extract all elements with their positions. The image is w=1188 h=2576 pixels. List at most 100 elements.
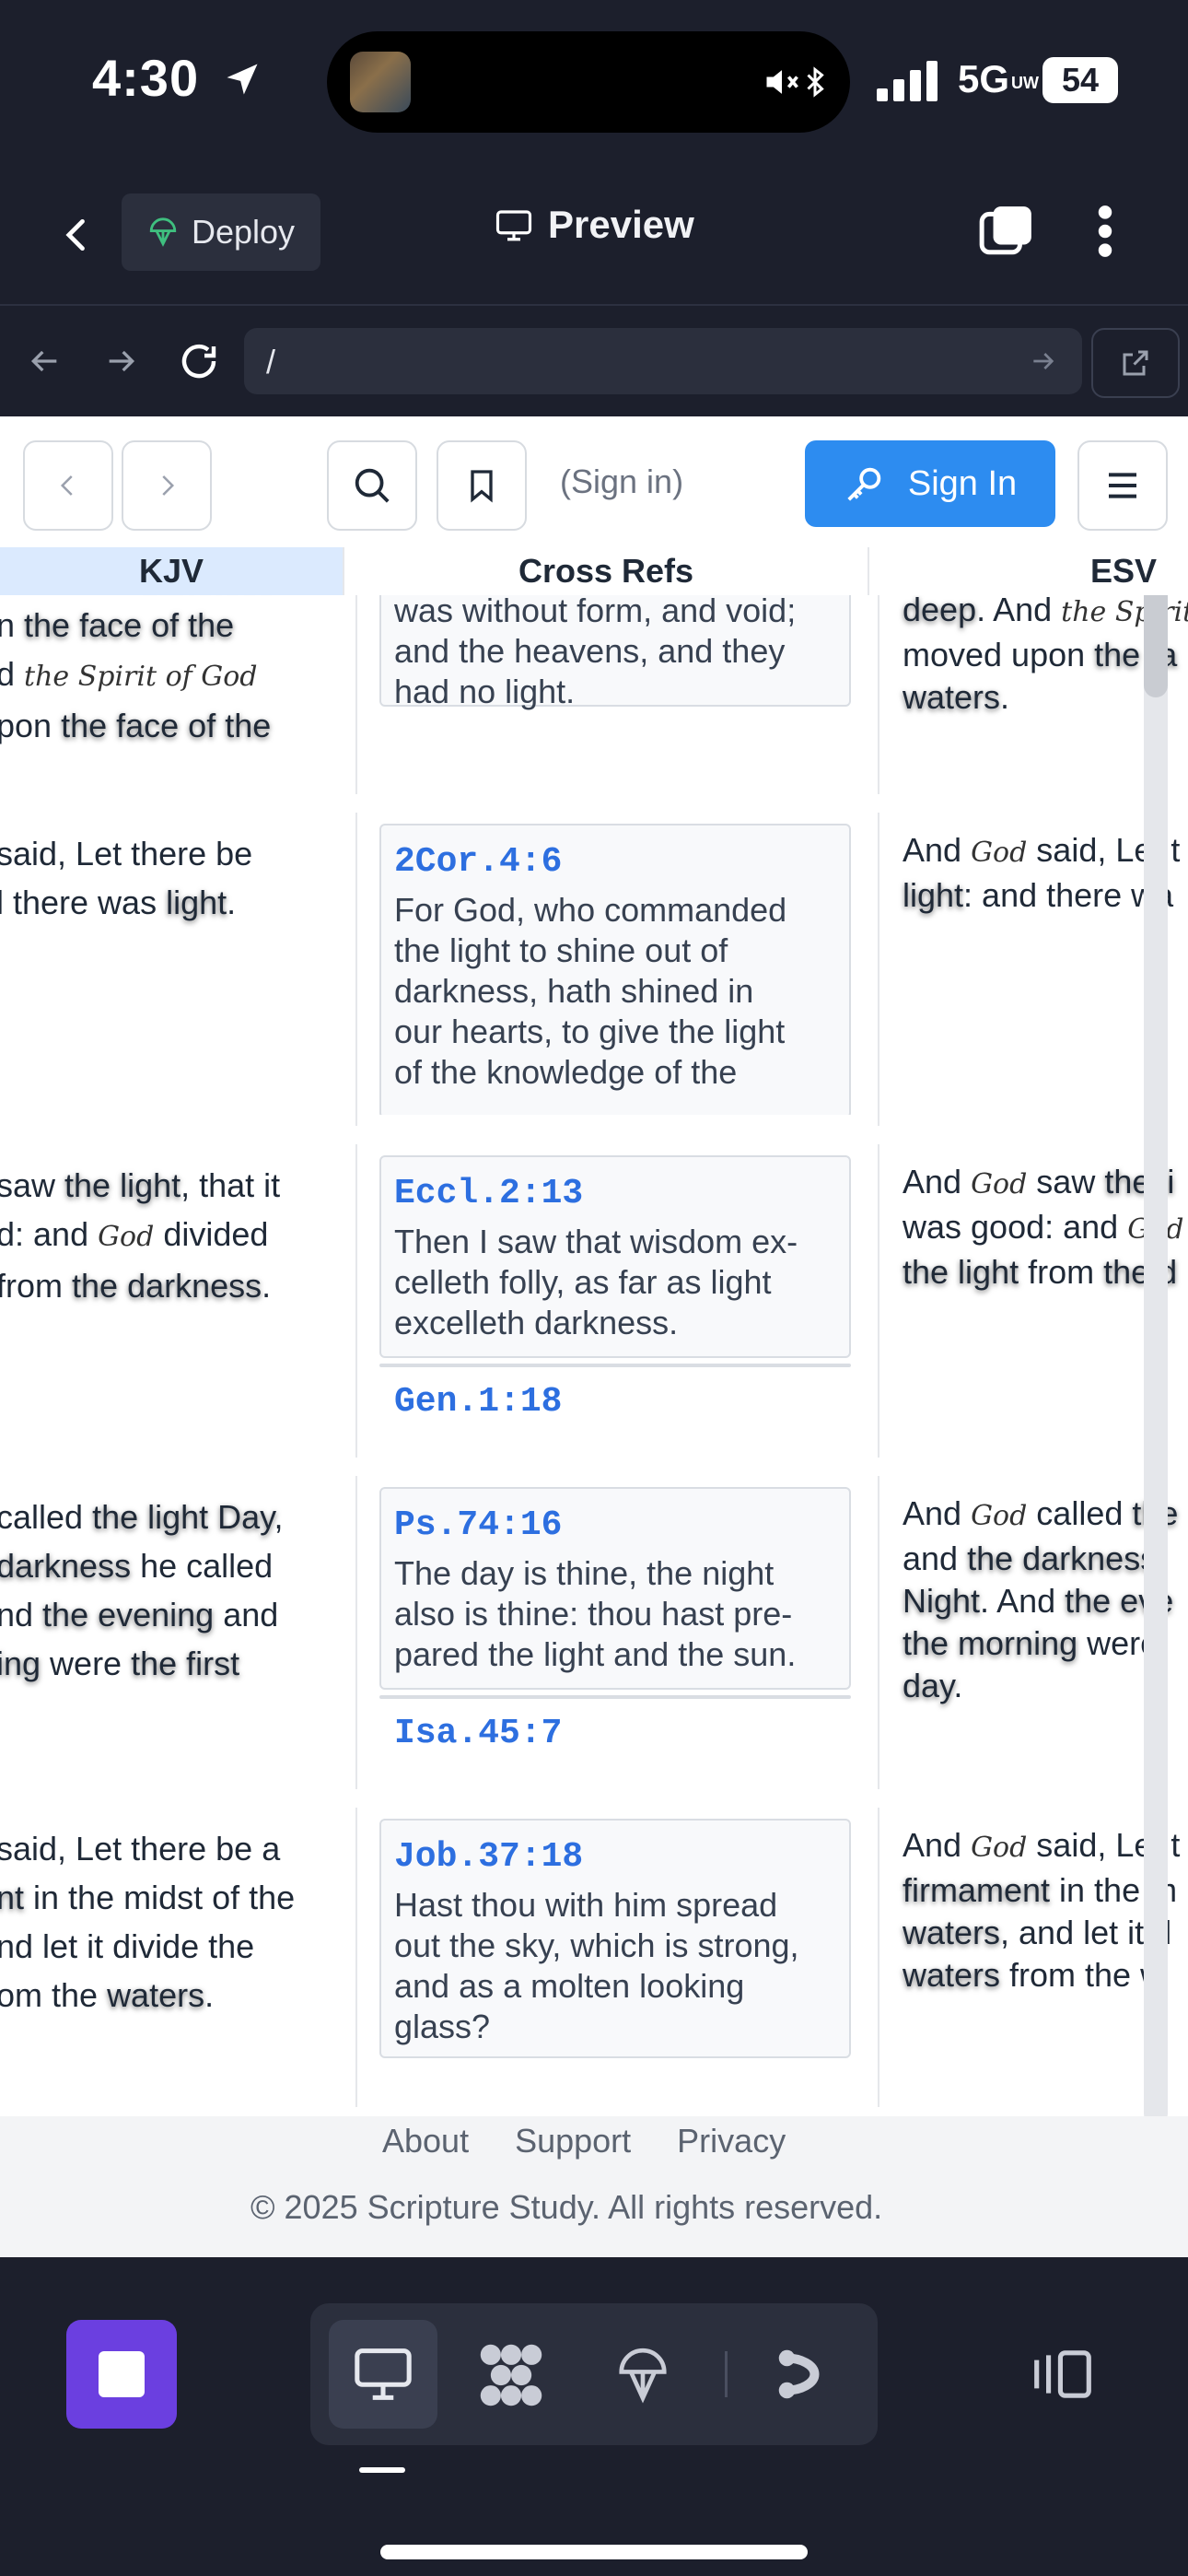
column-header-esv[interactable]: ESV <box>1059 547 1188 595</box>
cross-ref-link[interactable]: 2Cor.4:6 <box>394 842 562 882</box>
desktop-tool-button[interactable] <box>329 2320 437 2429</box>
verse-line: from the darkness. <box>0 1261 346 1310</box>
cross-ref-card[interactable]: Isa.45:7 <box>379 1695 851 1753</box>
stop-button[interactable] <box>66 2320 177 2429</box>
highlighted-phrase: the light <box>903 1253 1019 1291</box>
highlighted-phrase: firmament <box>903 1871 1051 1909</box>
verse-text: And <box>903 1163 972 1200</box>
footer-link-support[interactable]: Support <box>515 2122 631 2160</box>
status-time: 4:30 <box>92 48 262 108</box>
kjv-verse[interactable]: saw the light, that it d: and God divided… <box>0 1161 346 1310</box>
site-nav: (Sign in) Sign In <box>0 416 1188 549</box>
verse-text: And <box>903 1494 972 1532</box>
cross-ref-line: of the knowledge of the <box>394 1053 738 1091</box>
verse-line: l there was light. <box>0 878 346 927</box>
highlighted-phrase: the first <box>131 1645 240 1682</box>
bluetooth-icon <box>807 66 824 98</box>
column-divider <box>878 1808 879 2107</box>
next-icon <box>162 475 175 496</box>
highlighted-phrase: the light Day <box>92 1498 274 1536</box>
verse-text: nd <box>0 1596 43 1633</box>
back-chevron-icon[interactable] <box>57 212 98 258</box>
verse-line: nd let it divide the <box>0 1922 346 1971</box>
kjv-verse[interactable]: said, Let there be l there was light. <box>0 829 346 927</box>
agent-icon[interactable] <box>771 2342 826 2406</box>
verse-line: ing were the first <box>0 1639 346 1688</box>
reload-icon[interactable] <box>177 339 221 383</box>
verse-row: saw the light, that it d: and God divided… <box>0 1135 1188 1469</box>
verse-line: d the Spirit of God <box>0 650 346 701</box>
menu-icon <box>1109 473 1136 498</box>
go-icon[interactable] <box>1029 346 1058 376</box>
cross-ref-card[interactable]: Gen.1:18 <box>379 1364 851 1422</box>
cross-ref-card[interactable]: 2Cor.4:6 For God, who commanded the light … <box>379 824 851 1115</box>
verse-text: . And <box>980 1582 1066 1620</box>
panel-icon[interactable] <box>1030 2346 1096 2403</box>
arrow-right-icon[interactable] <box>103 343 140 380</box>
footer-link-about[interactable]: About <box>382 2122 469 2160</box>
verse-line: saw the light, that it <box>0 1161 346 1210</box>
home-indicator[interactable] <box>380 2545 808 2559</box>
tabs-icon[interactable] <box>978 203 1035 260</box>
cross-ref-link[interactable]: Isa.45:7 <box>394 1714 562 1753</box>
menu-button[interactable] <box>1077 440 1168 531</box>
cross-ref-text: Hast thou with him spread out the sky, wh… <box>394 1885 842 2047</box>
verse-text: was good: and <box>903 1208 1128 1246</box>
column-header-kjv[interactable]: KJV <box>0 547 343 595</box>
cross-ref-line: our hearts, to give the light <box>394 1013 786 1050</box>
cross-ref-line: pared the light and the sun. <box>394 1635 797 1673</box>
cross-refs-cell: Job.37:18 Hast thou with him spread out th… <box>379 1798 855 2096</box>
deploy-tool-icon[interactable] <box>614 2342 671 2406</box>
search-icon <box>355 468 390 503</box>
cross-ref-card[interactable]: Ps.74:16 The day is thine, the night also … <box>379 1487 851 1690</box>
verse-text: divided <box>154 1215 269 1253</box>
verse-text: . <box>1000 678 1010 716</box>
verse-text: And <box>903 1826 972 1864</box>
tool-divider <box>725 2351 728 2397</box>
kjv-verse[interactable]: said, Let there be a nt in the midst of t… <box>0 1824 346 2020</box>
sign-in-button[interactable]: Sign In <box>805 440 1055 527</box>
verse-text: he called <box>131 1547 274 1585</box>
cross-ref-line: the light to shine out of <box>394 931 728 969</box>
open-external-button[interactable] <box>1091 328 1180 398</box>
prev-button[interactable] <box>23 440 113 531</box>
scrollbar-thumb[interactable] <box>1144 578 1168 697</box>
cross-ref-line: and the heavens, and they <box>394 632 786 670</box>
active-tab-indicator <box>359 2467 405 2473</box>
site-footer: About Support Privacy © 2025 Scripture S… <box>0 2116 1188 2257</box>
footer-links: About Support Privacy <box>382 2122 786 2160</box>
verse-text: , <box>274 1498 284 1536</box>
footer-link-privacy[interactable]: Privacy <box>677 2122 786 2160</box>
browser-bar: / <box>0 306 1188 416</box>
url-field[interactable]: / <box>244 328 1082 394</box>
search-button[interactable] <box>327 440 417 531</box>
cross-ref-link[interactable]: Gen.1:18 <box>394 1382 562 1422</box>
cross-ref-line: had no light. <box>394 673 576 710</box>
verse-line: om the waters. <box>0 1971 346 2020</box>
cross-ref-link[interactable]: Ps.74:16 <box>394 1505 562 1545</box>
verse-text: from <box>0 1267 73 1305</box>
cross-ref-line: was without form, and void; <box>394 591 797 629</box>
arrow-left-icon[interactable] <box>26 343 63 380</box>
app-header: Deploy Preview <box>0 166 1188 306</box>
cross-ref-card[interactable]: Job.37:18 Hast thou with him spread out th… <box>379 1819 851 2058</box>
bookmark-button[interactable] <box>437 440 527 531</box>
verse-text: nd let it divide the <box>0 1927 255 1965</box>
cross-refs-cell: 2Cor.4:6 For God, who commanded the light … <box>379 803 855 1115</box>
deploy-button[interactable]: Deploy <box>122 193 321 271</box>
highlighted-phrase: darkness <box>0 1547 132 1585</box>
more-icon[interactable] <box>1091 203 1119 260</box>
web-viewport: (Sign in) Sign In KJV Cross Refs ESV voi… <box>0 416 1188 2257</box>
kjv-verse[interactable]: called the light Day, darkness he called n… <box>0 1493 346 1688</box>
external-link-icon <box>1123 350 1148 376</box>
cross-ref-link[interactable]: Eccl.2:13 <box>394 1174 583 1213</box>
highlighted-phrase: nt <box>0 1879 25 1916</box>
cross-ref-card[interactable]: Eccl.2:13 Then I saw that wisdom ex-celle… <box>379 1155 851 1358</box>
next-button[interactable] <box>122 440 212 531</box>
divine-name: God <box>971 837 1028 869</box>
scrollbar[interactable] <box>1144 578 1168 2125</box>
modules-icon[interactable] <box>476 2340 546 2410</box>
verse-text: and <box>214 1596 279 1633</box>
cross-ref-link[interactable]: Job.37:18 <box>394 1837 583 1877</box>
verse-line: d: and God divided <box>0 1210 346 1261</box>
